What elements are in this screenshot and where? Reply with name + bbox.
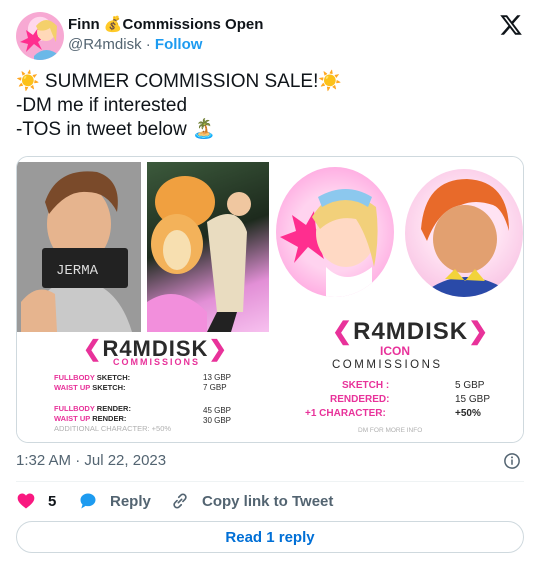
heart-icon: [17, 493, 35, 509]
sign-text: JERMA: [56, 263, 99, 279]
left-extra-note: ADDITIONAL CHARACTER: +50%: [54, 424, 172, 433]
left-price-label: WAIST UP RENDER:: [54, 414, 127, 423]
tweet-line: ☀️ SUMMER COMMISSION SALE!☀️: [16, 71, 343, 92]
info-icon[interactable]: [503, 452, 521, 470]
left-price-value: 13 GBP: [203, 373, 232, 382]
speech-bubble-icon: [80, 493, 96, 509]
right-brand-title: ❮R4MDISK❯: [332, 318, 490, 345]
author-name[interactable]: Finn 💰Commissions Open: [68, 15, 263, 33]
avatar-illustration: [20, 20, 60, 60]
author-handle[interactable]: @R4mdisk: [68, 36, 142, 53]
follow-button[interactable]: Follow: [155, 36, 203, 53]
artwork-sign-holder: JERMA: [17, 162, 141, 332]
like-count: 5: [48, 492, 57, 510]
left-price-label: FULLBODY SKETCH:: [54, 373, 131, 382]
separator-dot: ·: [145, 36, 151, 53]
right-brand-subtitle-2: COMMISSIONS: [332, 359, 443, 371]
right-price-label: +1 CHARACTER:: [305, 408, 386, 419]
right-price-value: 5 GBP: [455, 380, 485, 391]
read-replies-label: Read 1 reply: [225, 528, 315, 546]
right-price-value: +50%: [455, 408, 481, 419]
artwork-icon-blonde: [276, 167, 394, 297]
right-price-label: SKETCH :: [342, 380, 390, 391]
right-footer-note: DM FOR MORE INFO: [358, 427, 423, 434]
left-price-label: WAIST UP SKETCH:: [54, 383, 126, 392]
author-handle-line: @R4mdisk · Follow: [68, 36, 202, 53]
tweet-media[interactable]: JERMA ❮R4MDISK❯ COMMISSIONS FULLBODY SKE…: [16, 156, 524, 443]
tweet-card: Finn 💰Commissions Open @R4mdisk · Follow…: [0, 0, 540, 569]
left-price-value: 7 GBP: [203, 383, 227, 392]
media-image-left[interactable]: JERMA ❮R4MDISK❯ COMMISSIONS FULLBODY SKE…: [17, 157, 270, 442]
divider: [16, 481, 524, 482]
tweet-timestamp[interactable]: 1:32 AM · Jul 22, 2023: [16, 452, 166, 469]
right-price-label: RENDERED:: [330, 394, 390, 405]
like-button[interactable]: 5: [16, 491, 56, 511]
copy-link-label: Copy link to Tweet: [202, 492, 334, 510]
tweet-text: ☀️ SUMMER COMMISSION SALE!☀️ -DM me if i…: [16, 70, 516, 142]
reply-label: Reply: [110, 492, 151, 510]
left-price-value: 30 GBP: [203, 416, 232, 425]
right-brand-subtitle-1: ICON: [380, 344, 410, 358]
artwork-icon-redhead: [405, 169, 523, 297]
tweet-actions: 5 Reply Copy link to Tweet: [16, 491, 524, 513]
link-icon: [173, 493, 187, 509]
tweet-line: -DM me if interested: [16, 95, 188, 116]
right-price-value: 15 GBP: [455, 394, 491, 405]
left-brand-subtitle: COMMISSIONS: [113, 357, 201, 367]
left-price-value: 45 GBP: [203, 406, 232, 415]
reply-button[interactable]: Reply: [78, 491, 151, 511]
left-price-label: FULLBODY RENDER:: [54, 404, 131, 413]
x-logo-icon[interactable]: [499, 13, 523, 37]
avatar[interactable]: [16, 12, 64, 60]
artwork-dragon-scene: [147, 162, 269, 332]
media-image-right[interactable]: ❮R4MDISK❯ ICON COMMISSIONS SKETCH : 5 GB…: [272, 157, 523, 442]
read-replies-button[interactable]: Read 1 reply: [16, 521, 524, 553]
copy-link-button[interactable]: Copy link to Tweet: [170, 491, 333, 511]
tweet-line: -TOS in tweet below 🏝️: [16, 119, 216, 140]
